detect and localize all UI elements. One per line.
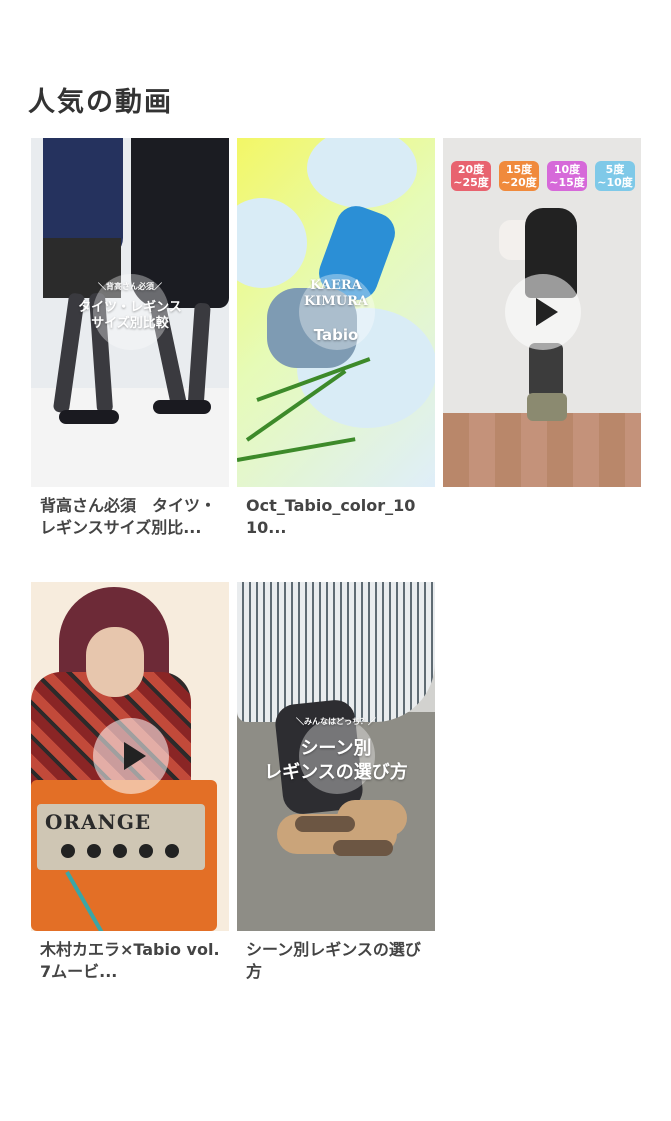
video-thumbnail[interactable]: ORANGE bbox=[31, 582, 229, 931]
overlay-caption: Tabio bbox=[313, 326, 359, 344]
overlay-caption-small: ＼背高さん必須／ bbox=[98, 282, 162, 291]
overlay-caption: レギンスの選び方 bbox=[264, 762, 408, 783]
temperature-badge: 10度 ~15度 bbox=[547, 161, 587, 191]
play-icon[interactable] bbox=[505, 274, 581, 350]
temperature-badge: 15度 ~20度 bbox=[499, 161, 539, 191]
section-title: 人気の動画 bbox=[28, 87, 173, 118]
overlay-caption: KIMURA bbox=[304, 294, 368, 309]
video-thumbnail[interactable]: KAERA KIMURA Tabio bbox=[237, 138, 435, 487]
video-title[interactable]: 背高さん必須 タイツ・レギンスサイズ別比... bbox=[31, 495, 229, 539]
temperature-badge: 20度 ~25度 bbox=[451, 161, 491, 191]
video-title[interactable]: Oct_Tabio_color_1010... bbox=[237, 495, 435, 539]
video-title[interactable]: シーン別レギンスの選び方 bbox=[237, 939, 435, 983]
video-thumbnail[interactable]: 20度 ~25度 15度 ~20度 10度 ~15度 5度 ~10度 bbox=[443, 138, 641, 487]
video-thumbnail[interactable]: ＼みんなはどっち？／ シーン別 レギンスの選び方 bbox=[237, 582, 435, 931]
overlay-caption: サイズ別比較 bbox=[91, 316, 169, 331]
overlay-caption-small: ＼みんなはどっち？／ bbox=[296, 717, 376, 726]
overlay-caption: KAERA bbox=[310, 278, 362, 293]
video-card[interactable]: ＼背高さん必須／ タイツ・レギンス サイズ別比較 背高さん必須 タイツ・レギンス… bbox=[31, 138, 229, 539]
video-card[interactable]: ＼みんなはどっち？／ シーン別 レギンスの選び方 シーン別レギンスの選び方 bbox=[237, 582, 435, 983]
video-thumbnail[interactable]: ＼背高さん必須／ タイツ・レギンス サイズ別比較 bbox=[31, 138, 229, 487]
video-card[interactable]: ORANGE 木村カエラ×Tabio vol.7ムービ... bbox=[31, 582, 229, 983]
video-card[interactable]: KAERA KIMURA Tabio Oct_Tabio_color_1010.… bbox=[237, 138, 435, 539]
amp-brand-label: ORANGE bbox=[45, 810, 152, 834]
video-title[interactable]: 木村カエラ×Tabio vol.7ムービ... bbox=[31, 939, 229, 983]
video-card[interactable]: 20度 ~25度 15度 ~20度 10度 ~15度 5度 ~10度 bbox=[443, 138, 641, 495]
play-icon[interactable] bbox=[93, 718, 169, 794]
overlay-caption: シーン別 bbox=[300, 738, 372, 759]
temperature-badge: 5度 ~10度 bbox=[595, 161, 635, 191]
